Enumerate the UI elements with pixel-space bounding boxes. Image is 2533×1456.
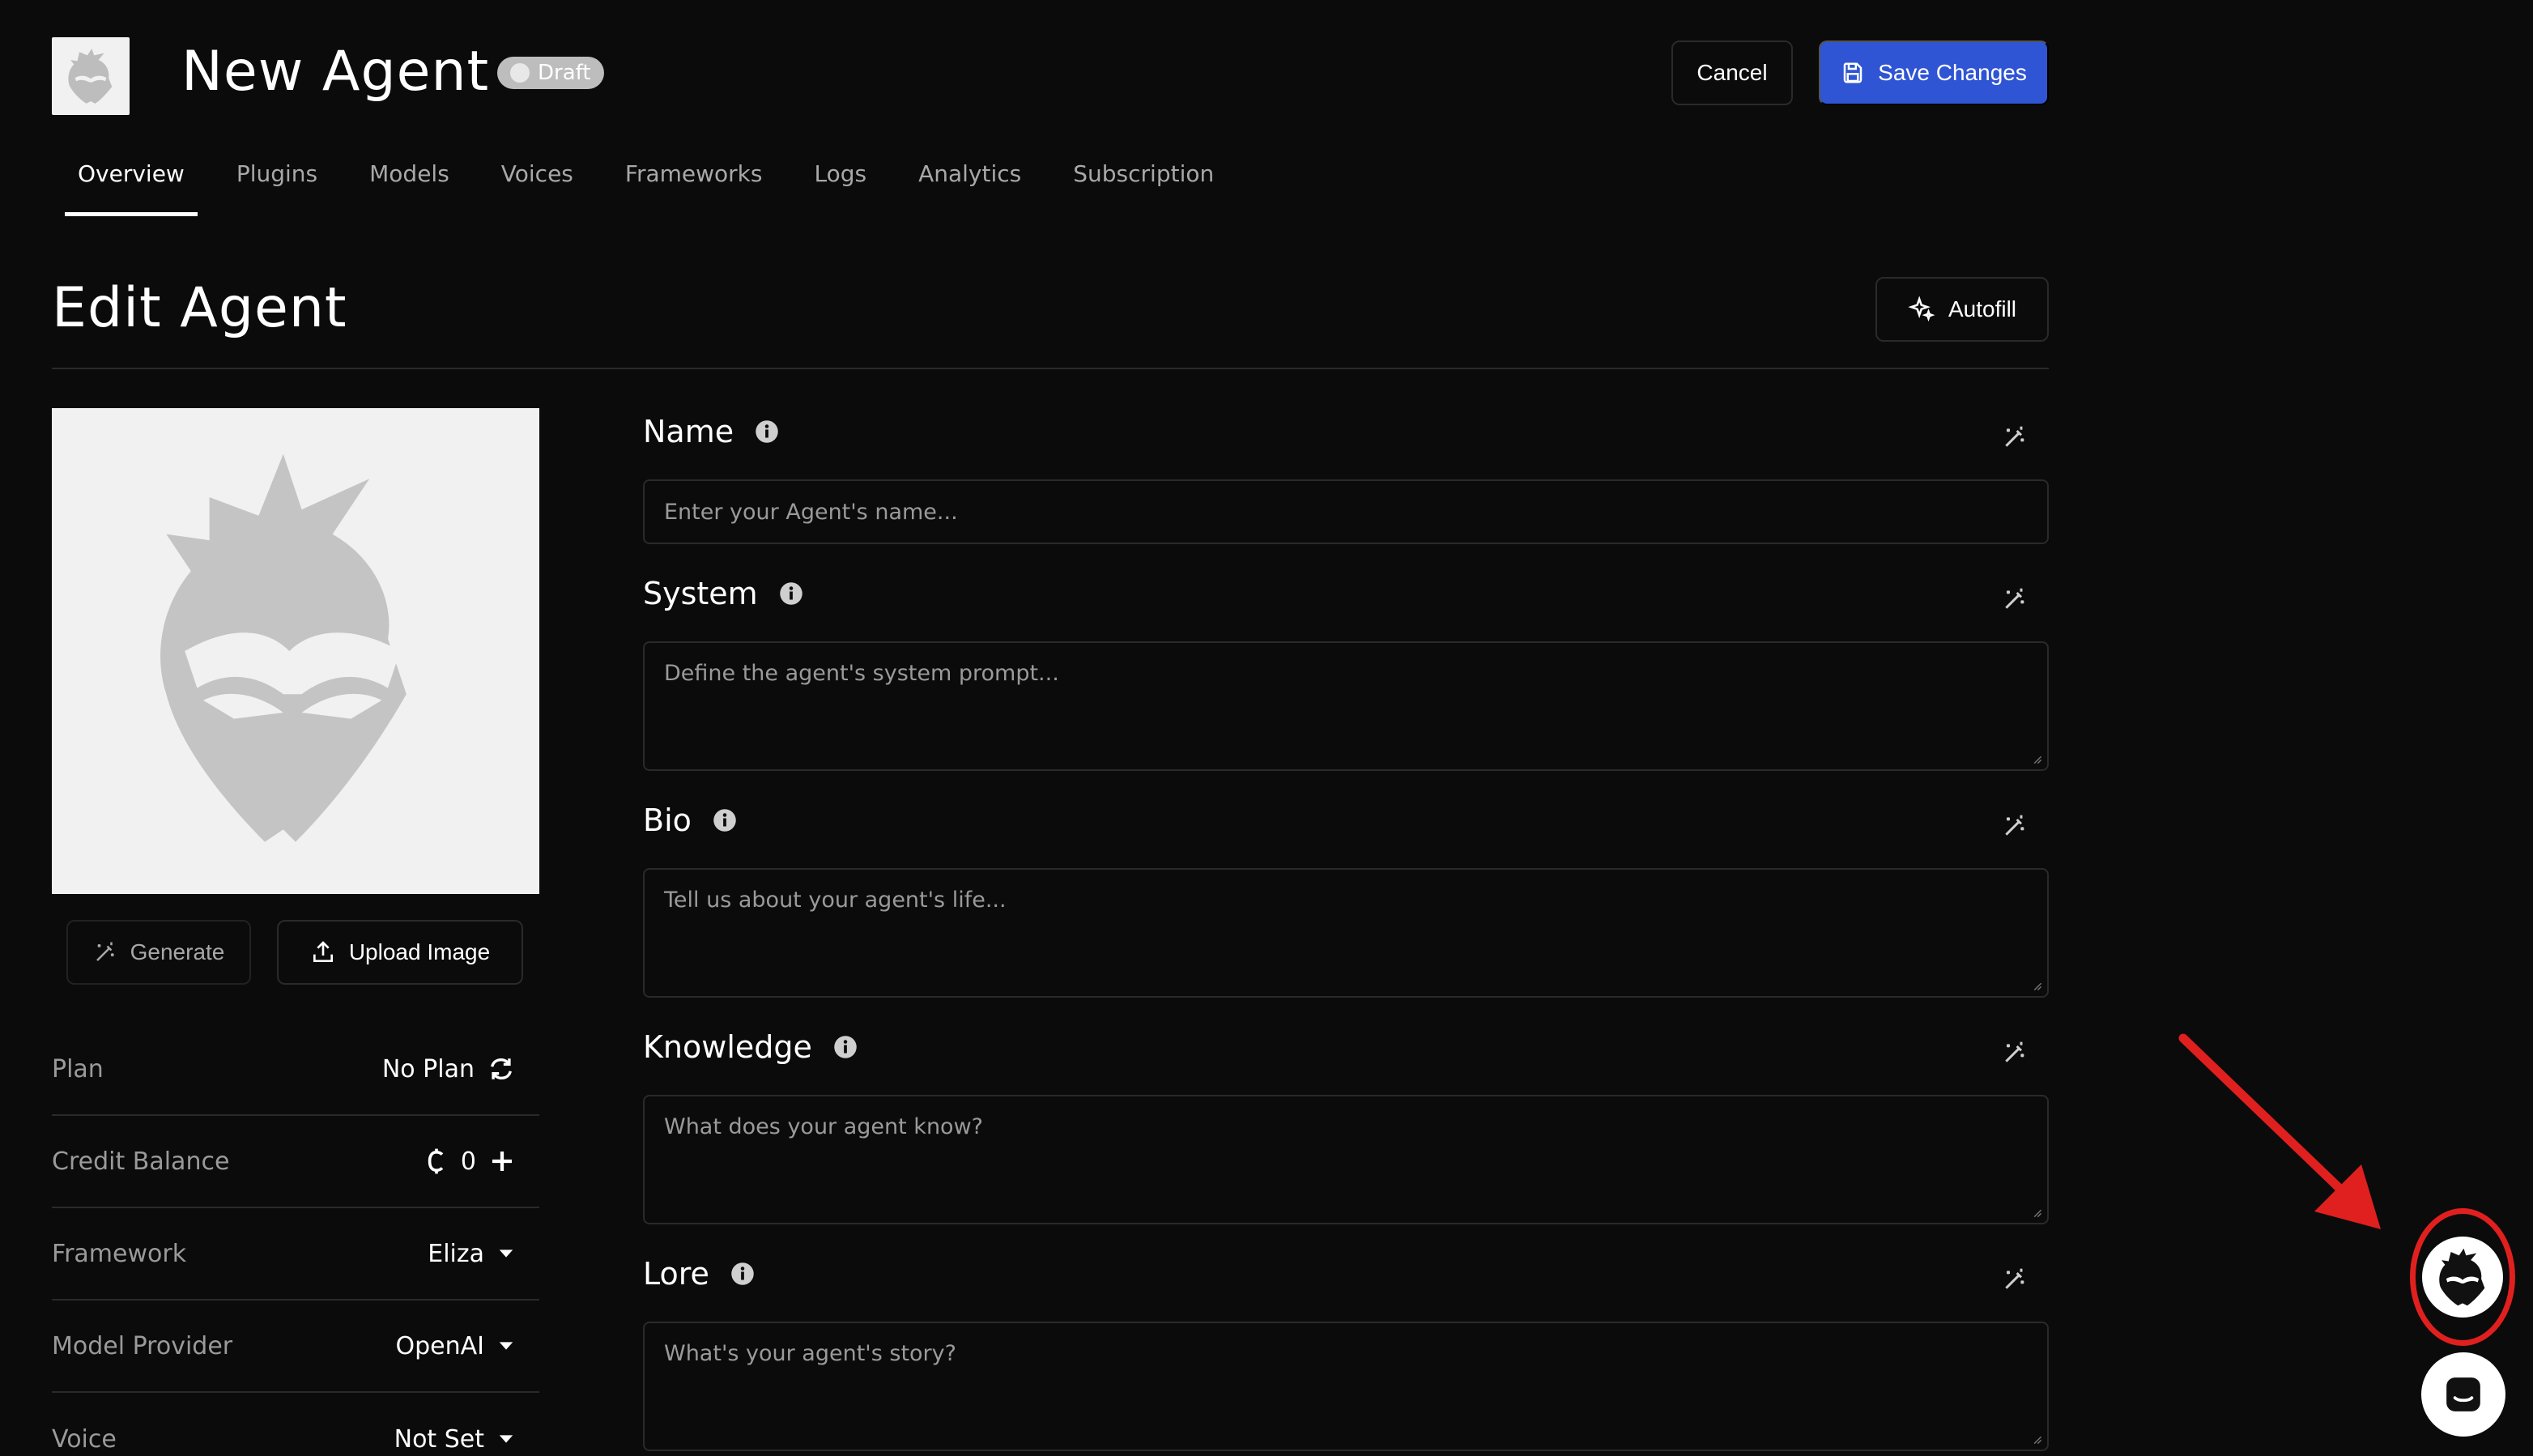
add-credits-icon[interactable]	[489, 1148, 515, 1174]
agent-profile-image	[52, 408, 539, 894]
lore-field-label: Lore	[643, 1254, 755, 1294]
status-badge: Draft	[497, 57, 604, 89]
name-label-text: Name	[643, 414, 734, 449]
page-title: Edit Agent	[52, 276, 347, 340]
magic-wand-icon[interactable]	[2002, 424, 2028, 450]
knowledge-textarea[interactable]: What does your agent know?	[643, 1095, 2049, 1224]
cancel-button[interactable]: Cancel	[1671, 40, 1793, 105]
name-input-placeholder: Enter your Agent's name...	[664, 499, 958, 525]
voice-label: Voice	[52, 1424, 117, 1454]
generate-button-label: Generate	[130, 939, 225, 964]
framework-value: Eliza	[428, 1239, 484, 1268]
resize-handle-icon[interactable]	[2031, 980, 2042, 991]
annotation-arrow	[2178, 1033, 2381, 1229]
caret-down-icon	[499, 1435, 513, 1443]
magic-wand-icon[interactable]	[2002, 1040, 2028, 1066]
agent-avatar	[52, 37, 130, 115]
chat-bubble-icon	[2446, 1377, 2480, 1411]
model-provider-row[interactable]: Model Provider OpenAI	[52, 1301, 539, 1393]
bio-field-label: Bio	[643, 800, 737, 841]
agent-name-title: New Agent	[181, 40, 490, 104]
plan-row: Plan No Plan	[52, 1024, 539, 1116]
plan-label: Plan	[52, 1054, 104, 1083]
tab-overview[interactable]: Overview	[52, 154, 211, 216]
save-button-label: Save Changes	[1878, 60, 2027, 85]
framework-row[interactable]: Framework Eliza	[52, 1208, 539, 1301]
bio-label-text: Bio	[643, 803, 692, 838]
resize-handle-icon[interactable]	[2031, 1433, 2042, 1445]
voice-row[interactable]: Voice Not Set	[52, 1393, 539, 1456]
magic-wand-icon[interactable]	[2002, 586, 2028, 612]
name-input[interactable]: Enter your Agent's name...	[643, 479, 2049, 544]
resize-handle-icon[interactable]	[2031, 753, 2042, 764]
lore-label-text: Lore	[643, 1256, 709, 1292]
agent-chat-launcher-inner	[2422, 1237, 2503, 1318]
knowledge-field-label: Knowledge	[643, 1027, 858, 1067]
knowledge-textarea-placeholder: What does your agent know?	[664, 1114, 983, 1139]
info-icon[interactable]	[713, 808, 737, 832]
upload-icon	[313, 941, 333, 962]
name-field-label: Name	[643, 411, 779, 452]
framework-label: Framework	[52, 1239, 187, 1268]
caret-down-icon	[499, 1250, 513, 1258]
credit-balance-row: Credit Balance 0	[52, 1116, 539, 1208]
voice-value: Not Set	[394, 1424, 484, 1454]
autofill-button[interactable]: Autofill	[1875, 277, 2049, 342]
save-icon	[1843, 62, 1862, 83]
model-provider-value: OpenAI	[395, 1331, 485, 1360]
tab-models[interactable]: Models	[343, 154, 475, 194]
tab-frameworks[interactable]: Frameworks	[599, 154, 789, 194]
knowledge-label-text: Knowledge	[643, 1029, 812, 1065]
info-icon[interactable]	[755, 419, 779, 444]
model-provider-label: Model Provider	[52, 1331, 233, 1360]
bio-textarea-placeholder: Tell us about your agent's life...	[664, 888, 1007, 913]
sparkles-icon	[1908, 296, 1935, 322]
magic-wand-icon[interactable]	[2002, 1267, 2028, 1292]
tab-plugins[interactable]: Plugins	[211, 154, 343, 194]
info-icon[interactable]	[833, 1035, 858, 1059]
resize-handle-icon[interactable]	[2031, 1207, 2042, 1218]
messenger-launcher[interactable]	[2421, 1352, 2505, 1437]
tab-logs[interactable]: Logs	[788, 154, 892, 194]
system-textarea[interactable]: Define the agent's system prompt...	[643, 641, 2049, 771]
credit-coin-icon	[428, 1148, 444, 1174]
status-dot-icon	[510, 63, 530, 83]
magic-wand-icon	[96, 942, 114, 961]
plan-value: No Plan	[381, 1054, 475, 1083]
ninja-mascot-icon	[62, 45, 119, 107]
refresh-icon[interactable]	[487, 1055, 515, 1083]
magic-wand-icon[interactable]	[2002, 813, 2028, 839]
credit-balance-label: Credit Balance	[52, 1147, 230, 1176]
system-textarea-placeholder: Define the agent's system prompt...	[664, 661, 1059, 686]
agent-chat-launcher[interactable]	[2410, 1208, 2515, 1346]
tab-voices[interactable]: Voices	[475, 154, 599, 194]
ninja-mascot-icon	[2439, 1248, 2485, 1306]
lore-textarea[interactable]: What's your agent's story?	[643, 1322, 2049, 1451]
lore-textarea-placeholder: What's your agent's story?	[664, 1341, 956, 1366]
autofill-button-label: Autofill	[1948, 296, 2017, 321]
system-label-text: System	[643, 576, 758, 611]
info-icon[interactable]	[730, 1262, 755, 1286]
upload-button-label: Upload Image	[348, 939, 491, 964]
cancel-button-label: Cancel	[1696, 60, 1768, 85]
tab-bar: Overview Plugins Models Voices Framework…	[52, 154, 1240, 216]
system-field-label: System	[643, 573, 803, 614]
info-icon[interactable]	[779, 581, 803, 606]
bio-textarea[interactable]: Tell us about your agent's life...	[643, 868, 2049, 998]
generate-image-button[interactable]: Generate	[66, 920, 251, 985]
upload-image-button[interactable]: Upload Image	[277, 920, 523, 985]
status-badge-label: Draft	[538, 61, 591, 85]
tab-subscription[interactable]: Subscription	[1047, 154, 1240, 194]
caret-down-icon	[499, 1342, 513, 1350]
section-divider	[52, 368, 2049, 369]
credit-balance-value: 0	[460, 1147, 476, 1176]
ninja-mascot-icon	[160, 453, 407, 842]
tab-analytics[interactable]: Analytics	[892, 154, 1047, 194]
save-changes-button[interactable]: Save Changes	[1819, 40, 2049, 105]
